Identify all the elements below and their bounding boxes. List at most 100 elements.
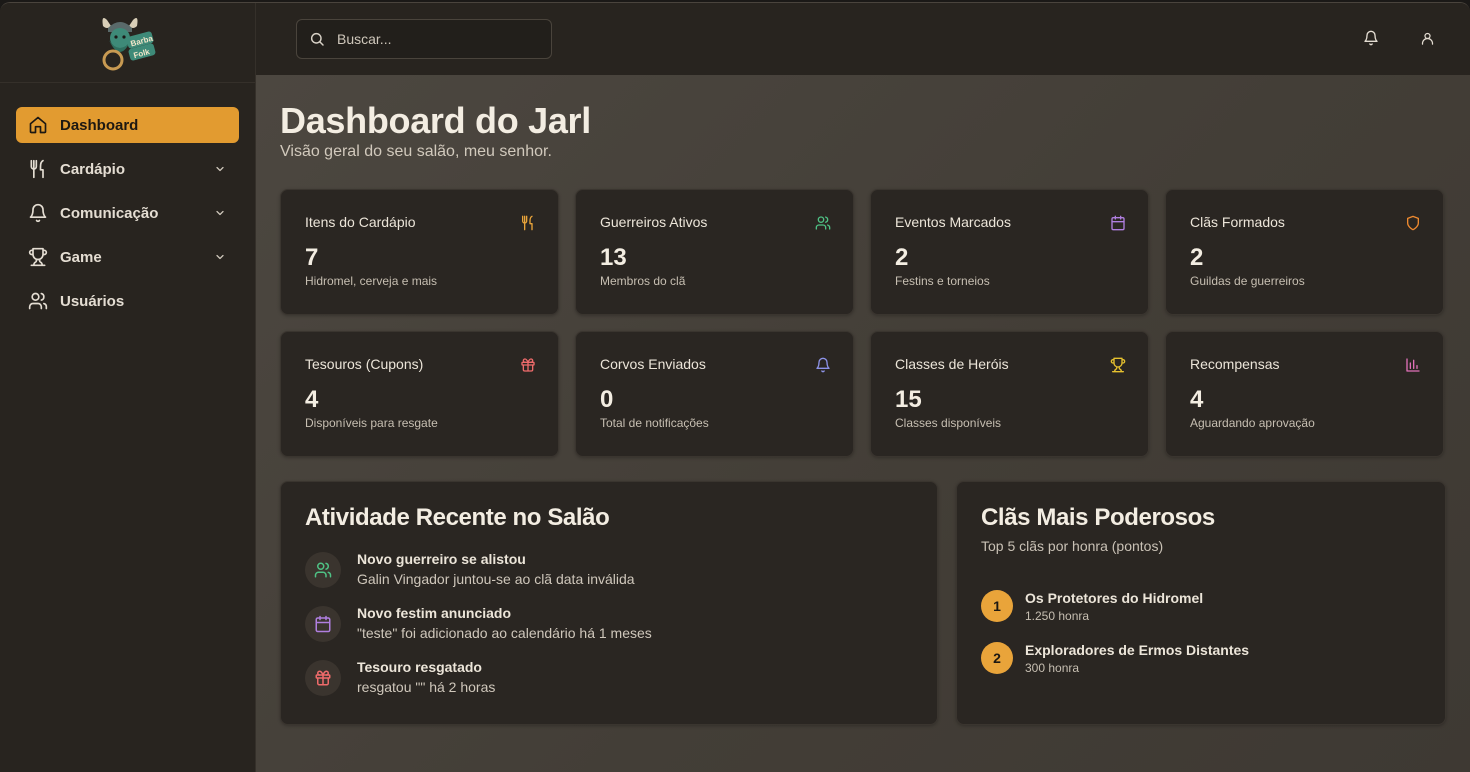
- stat-card-classes[interactable]: Classes de Heróis 15 Classes disponíveis: [870, 331, 1149, 457]
- stat-title: Corvos Enviados: [600, 356, 706, 372]
- sidebar-nav: Dashboard Cardápio Comunicação Game Usuá…: [0, 83, 255, 319]
- stat-title: Tesouros (Cupons): [305, 356, 424, 372]
- rank-badge: 1: [981, 590, 1013, 622]
- list-item[interactable]: 1 Os Protetores do Hidromel 1.250 honra: [981, 580, 1421, 632]
- search-input[interactable]: [337, 31, 537, 47]
- stat-value: 4: [1190, 386, 1204, 413]
- list-item[interactable]: 2 Exploradores de Ermos Distantes 300 ho…: [981, 632, 1421, 684]
- shield-icon: [1405, 215, 1421, 231]
- home-icon: [28, 115, 48, 135]
- trophy-icon: [28, 247, 48, 267]
- sidebar-item-cardapio[interactable]: Cardápio: [16, 151, 239, 187]
- clan-score: 300 honra: [1025, 660, 1080, 675]
- stat-card-clas[interactable]: Clãs Formados 2 Guildas de guerreiros: [1165, 189, 1444, 315]
- sidebar-item-label: Game: [60, 248, 102, 266]
- list-item: Tesouro resgatado resgatou "" há 2 horas: [305, 658, 913, 712]
- search-icon: [309, 31, 325, 47]
- stat-value: 2: [895, 244, 909, 271]
- clan-score: 1.250 honra: [1025, 608, 1090, 623]
- chevron-down-icon[interactable]: [213, 250, 227, 264]
- stat-description: Disponíveis para resgate: [305, 416, 438, 430]
- stat-card-corvos[interactable]: Corvos Enviados 0 Total de notificações: [575, 331, 854, 457]
- logo-area: Barba Folk: [0, 3, 255, 83]
- profile-button[interactable]: [1416, 27, 1438, 49]
- bell-icon: [28, 203, 48, 223]
- gift-icon: [520, 357, 536, 373]
- stat-title: Recompensas: [1190, 356, 1280, 372]
- utensils-icon: [520, 215, 536, 231]
- activity-list: Novo guerreiro se alistou Galin Vingador…: [305, 550, 913, 712]
- sidebar-item-comunicacao[interactable]: Comunicação: [16, 195, 239, 231]
- stat-value: 0: [600, 386, 614, 413]
- clan-list: 1 Os Protetores do Hidromel 1.250 honra …: [981, 580, 1421, 684]
- activity-description: "teste" foi adicionado ao calendário há …: [357, 625, 652, 641]
- sidebar: Barba Folk Dashboard Cardápio Comunicaçã…: [0, 3, 256, 772]
- stat-card-recompensas[interactable]: Recompensas 4 Aguardando aprovação: [1165, 331, 1444, 457]
- stats-grid: Itens do Cardápio 7 Hidromel, cerveja e …: [280, 189, 1444, 457]
- stat-title: Clãs Formados: [1190, 214, 1285, 230]
- stat-value: 15: [895, 386, 922, 413]
- stat-description: Festins e torneios: [895, 274, 990, 288]
- trophy-icon: [1110, 357, 1126, 373]
- sidebar-item-game[interactable]: Game: [16, 239, 239, 275]
- user-icon: [1420, 31, 1435, 46]
- stat-value: 13: [600, 244, 627, 271]
- sidebar-item-label: Cardápio: [60, 160, 126, 178]
- activity-description: resgatou "" há 2 horas: [357, 679, 496, 695]
- list-item: Novo guerreiro se alistou Galin Vingador…: [305, 550, 913, 604]
- search-box[interactable]: [296, 19, 552, 59]
- calendar-icon: [305, 606, 341, 642]
- panel-subtitle: Top 5 clãs por honra (pontos): [981, 538, 1164, 554]
- activity-title: Novo festim anunciado: [357, 605, 512, 621]
- chevron-down-icon[interactable]: [213, 162, 227, 176]
- stat-card-tesouros[interactable]: Tesouros (Cupons) 4 Disponíveis para res…: [280, 331, 559, 457]
- sidebar-item-label: Dashboard: [60, 116, 139, 134]
- utensils-icon: [28, 159, 48, 179]
- stat-description: Membros do clã: [600, 274, 686, 288]
- page-title: Dashboard do Jarl: [280, 100, 591, 141]
- stat-description: Classes disponíveis: [895, 416, 1002, 430]
- app-window: Barba Folk Dashboard Cardápio Comunicaçã…: [0, 2, 1470, 772]
- brand-logo[interactable]: Barba Folk: [93, 12, 163, 74]
- stat-value: 2: [1190, 244, 1204, 271]
- stat-card-guerreiros[interactable]: Guerreiros Ativos 13 Membros do clã: [575, 189, 854, 315]
- stat-title: Guerreiros Ativos: [600, 214, 708, 230]
- clan-name: Exploradores de Ermos Distantes: [1025, 641, 1250, 658]
- sidebar-item-label: Comunicação: [60, 204, 159, 222]
- stat-value: 7: [305, 244, 319, 271]
- top-header: [256, 3, 1470, 75]
- page-subtitle: Visão geral do seu salão, meu senhor.: [280, 143, 552, 160]
- activity-description: Galin Vingador juntou-se ao clã data inv…: [357, 571, 635, 587]
- sidebar-item-label: Usuários: [60, 292, 125, 310]
- sidebar-item-dashboard[interactable]: Dashboard: [16, 107, 239, 143]
- bell-icon: [815, 357, 831, 373]
- recent-activity-panel: Atividade Recente no Salão Novo guerreir…: [280, 481, 938, 725]
- stat-title: Itens do Cardápio: [305, 214, 416, 230]
- stat-value: 4: [305, 386, 319, 413]
- sidebar-item-usuarios[interactable]: Usuários: [16, 283, 239, 319]
- notifications-button[interactable]: [1360, 27, 1382, 49]
- users-icon: [815, 215, 831, 231]
- users-icon: [305, 552, 341, 588]
- clan-name: Os Protetores do Hidromel: [1025, 589, 1204, 606]
- users-icon: [28, 291, 48, 311]
- stat-card-cardapio[interactable]: Itens do Cardápio 7 Hidromel, cerveja e …: [280, 189, 559, 315]
- chevron-down-icon[interactable]: [213, 206, 227, 220]
- panel-title: Atividade Recente no Salão: [305, 504, 610, 531]
- stat-title: Eventos Marcados: [895, 214, 1011, 230]
- gift-icon: [305, 660, 341, 696]
- stat-description: Hidromel, cerveja e mais: [305, 274, 438, 288]
- stat-card-eventos[interactable]: Eventos Marcados 2 Festins e torneios: [870, 189, 1149, 315]
- main-content: Dashboard do Jarl Visão geral do seu sal…: [256, 75, 1470, 772]
- stat-title: Classes de Heróis: [895, 356, 1009, 372]
- stat-description: Guildas de guerreiros: [1190, 274, 1305, 288]
- calendar-icon: [1110, 215, 1126, 231]
- stat-description: Aguardando aprovação: [1190, 416, 1315, 430]
- top-clans-panel: Clãs Mais Poderosos Top 5 clãs por honra…: [956, 481, 1446, 725]
- rank-badge: 2: [981, 642, 1013, 674]
- panel-title: Clãs Mais Poderosos: [981, 504, 1215, 531]
- bell-icon: [1363, 30, 1379, 46]
- stat-description: Total de notificações: [600, 416, 709, 430]
- activity-title: Novo guerreiro se alistou: [357, 551, 526, 567]
- list-item: Novo festim anunciado "teste" foi adicio…: [305, 604, 913, 658]
